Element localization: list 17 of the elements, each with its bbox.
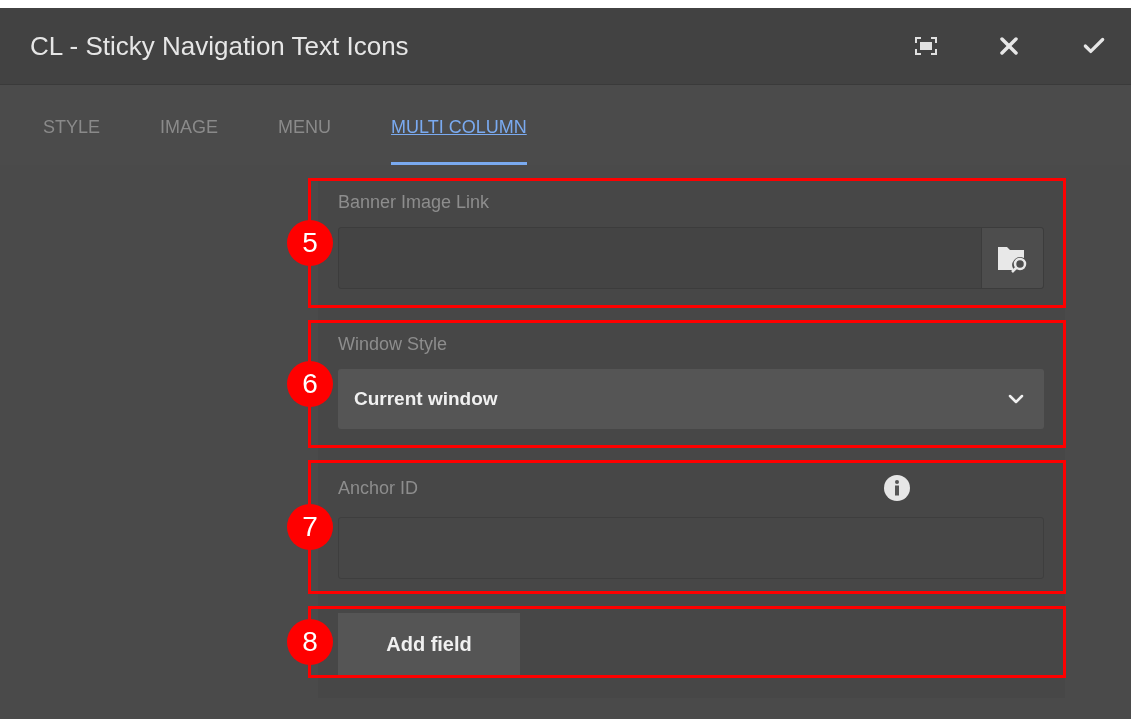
field-label: Anchor ID: [338, 479, 419, 497]
tab[interactable]: IMAGE: [160, 85, 219, 165]
fullscreen-icon[interactable]: [915, 37, 937, 55]
tab[interactable]: STYLE: [43, 85, 101, 165]
window-style-dropdown[interactable]: Current window: [338, 369, 1044, 429]
callout-number: 6: [287, 361, 333, 407]
callout-number: 7: [287, 504, 333, 550]
callout-number: 8: [287, 619, 333, 665]
field-label: Banner Image Link: [338, 193, 491, 211]
add-field-button[interactable]: Add field: [338, 613, 520, 675]
field-label: Window Style: [338, 335, 449, 353]
callout-number: 5: [287, 220, 333, 266]
browse-button[interactable]: [981, 228, 1043, 288]
dialog-title: CL - Sticky Navigation Text Icons: [30, 29, 410, 63]
info-icon[interactable]: [884, 475, 910, 501]
tab[interactable]: MENU: [278, 85, 332, 165]
path-input-field[interactable]: [338, 227, 1044, 289]
